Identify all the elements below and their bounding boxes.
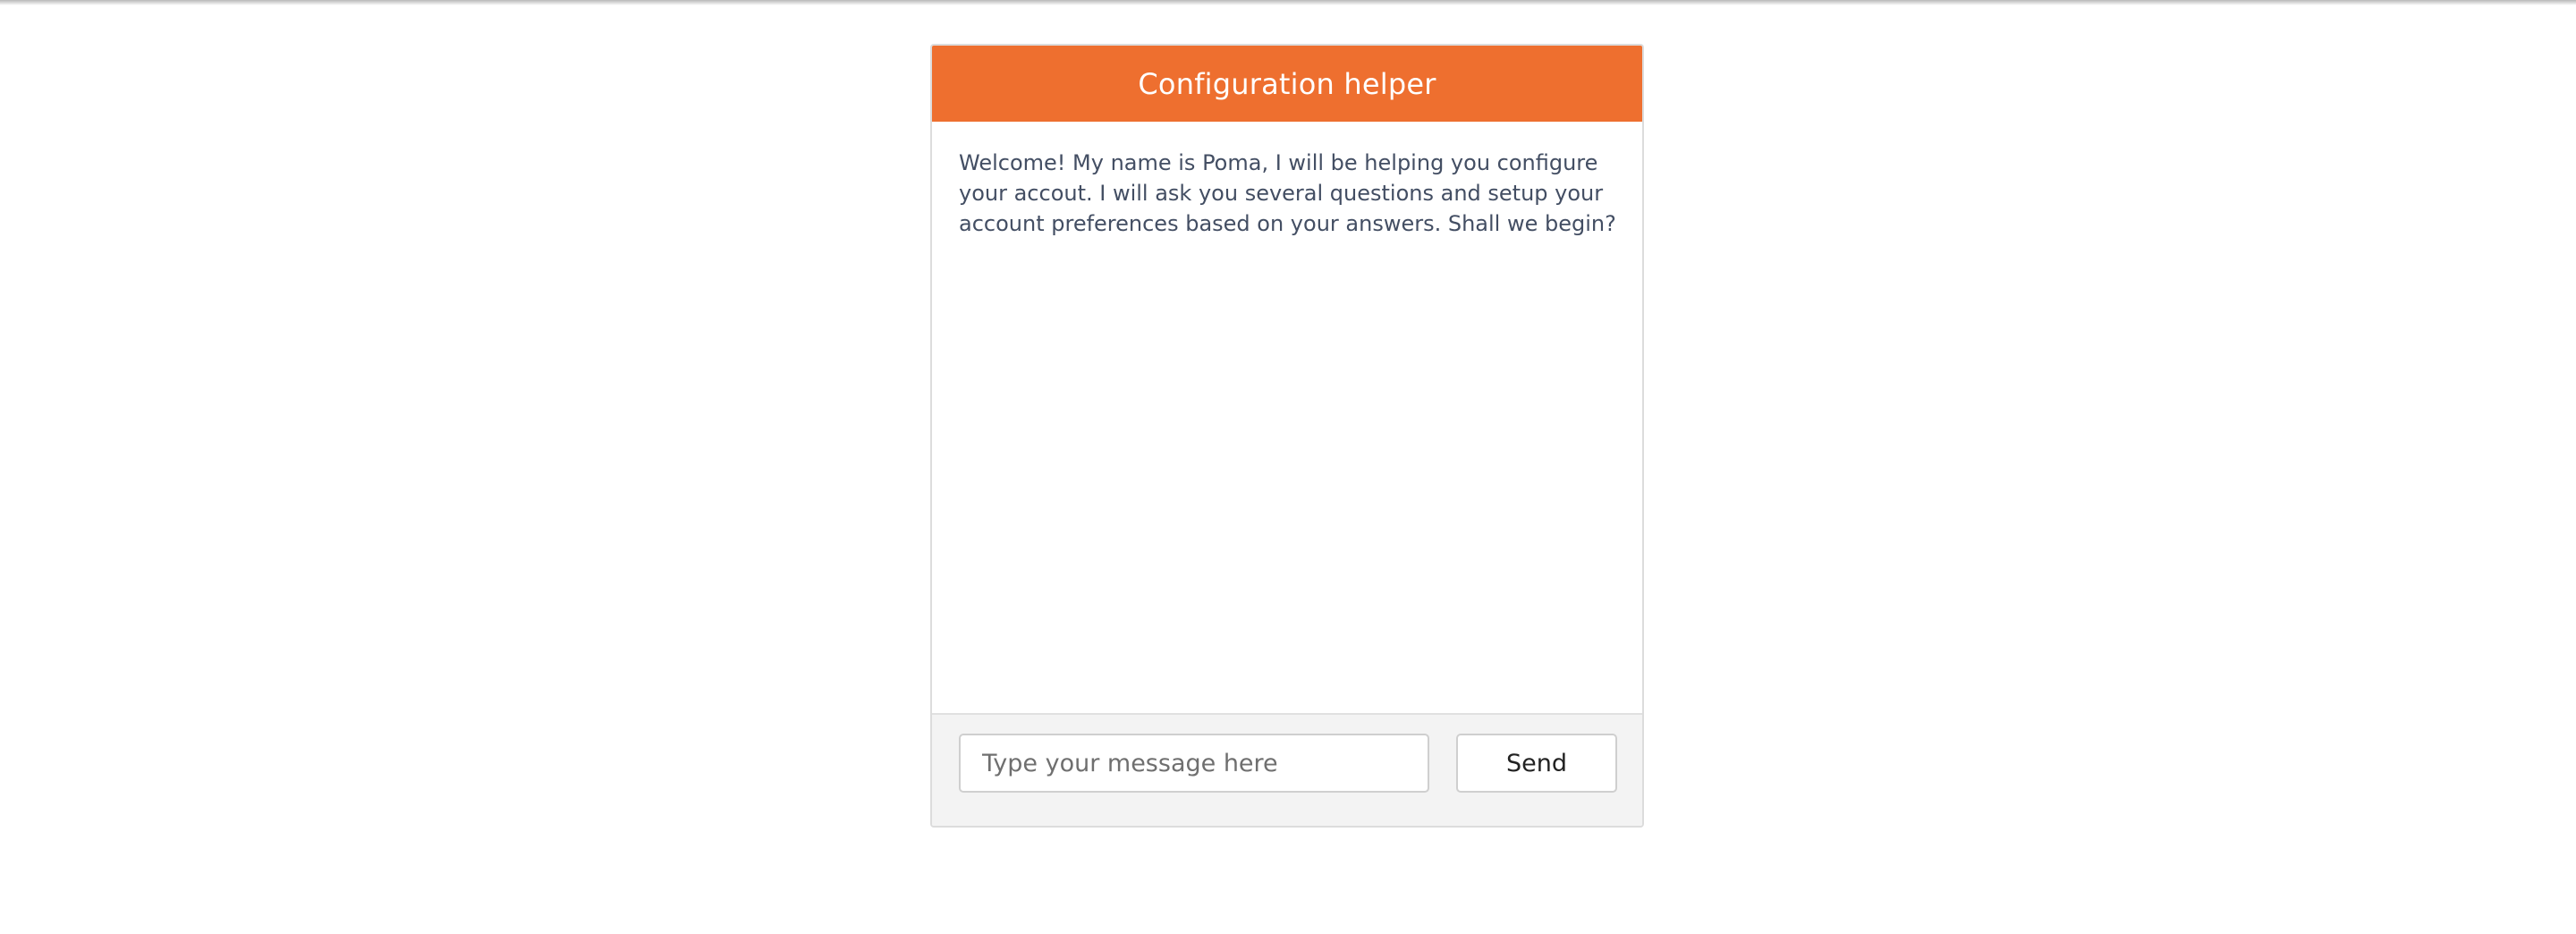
assistant-message: Welcome! My name is Poma, I will be help… <box>959 150 1616 236</box>
configuration-helper-chat: Configuration helper Welcome! My name is… <box>930 44 1644 828</box>
top-shadow-divider <box>0 0 2576 5</box>
chat-composer: Send <box>932 713 1642 826</box>
chat-messages-area[interactable]: Welcome! My name is Poma, I will be help… <box>932 122 1642 712</box>
message-input[interactable] <box>959 734 1429 793</box>
chat-header: Configuration helper <box>932 46 1642 122</box>
send-button[interactable]: Send <box>1456 734 1617 793</box>
chat-title: Configuration helper <box>1138 66 1436 101</box>
